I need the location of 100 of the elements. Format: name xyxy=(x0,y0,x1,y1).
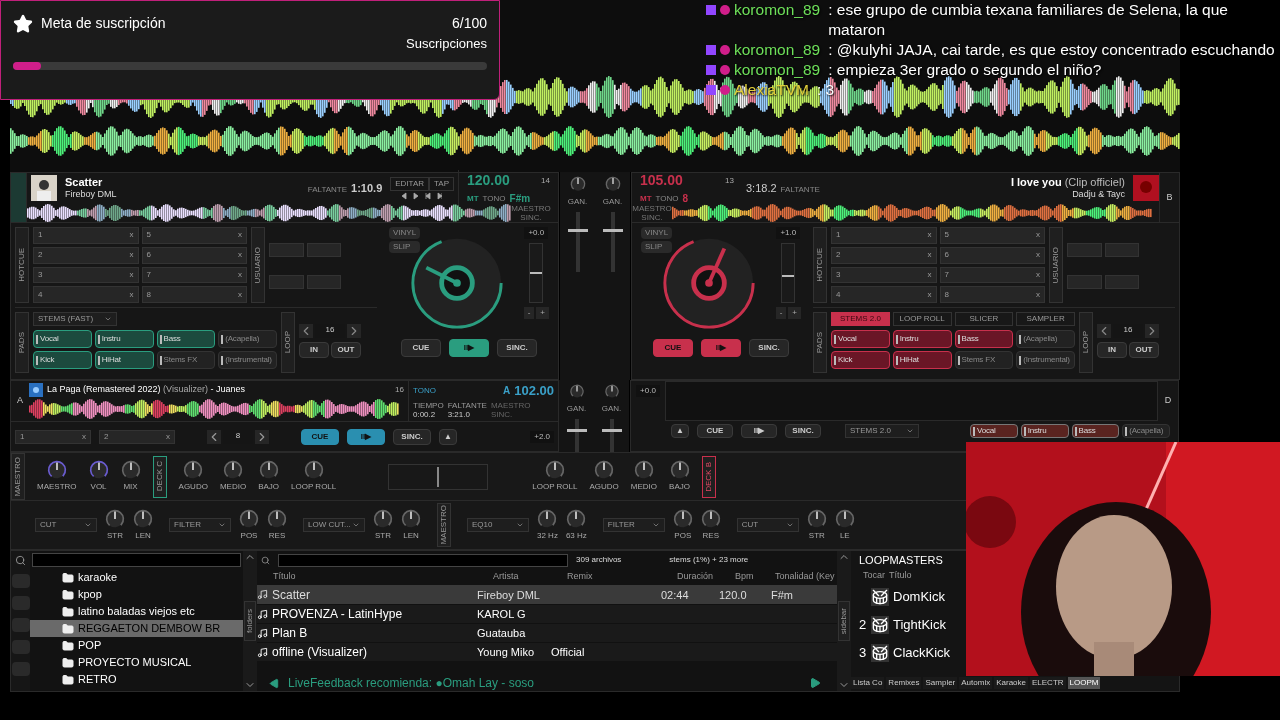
eject-button[interactable]: ▲ xyxy=(671,424,689,438)
hotcue-slot[interactable]: 1 x xyxy=(831,227,937,244)
volume-fader-handle[interactable] xyxy=(602,229,623,233)
pads-tab[interactable]: PADS xyxy=(15,312,29,373)
master-tab[interactable]: MAESTRO xyxy=(437,503,451,547)
knob[interactable] xyxy=(633,460,654,480)
knob[interactable] xyxy=(133,508,153,529)
dropdown[interactable]: STEMS (FAST) xyxy=(33,312,117,326)
folder-item[interactable]: RETRO xyxy=(30,671,243,688)
pitch-slider-handle[interactable] xyxy=(782,274,795,277)
knob[interactable] xyxy=(700,508,721,529)
loop-tab[interactable]: LOOP xyxy=(281,312,295,373)
sidebar-tab[interactable]: sidebar xyxy=(838,601,850,641)
loop-out-button[interactable]: OUT xyxy=(1129,342,1159,358)
pad-button[interactable]: Kick xyxy=(831,351,890,369)
hotcue-slot[interactable]: 4 x xyxy=(831,286,937,303)
hotcue-slot[interactable]: 4 x xyxy=(33,286,139,303)
pads-tab[interactable]: PADS xyxy=(813,312,827,373)
edit-button[interactable]: EDITAR xyxy=(390,176,430,191)
pad-button[interactable]: HiHat xyxy=(892,351,952,369)
pitch-up-button[interactable]: + xyxy=(788,307,801,319)
vinyl-button[interactable]: VINYL xyxy=(641,227,673,239)
knob[interactable] xyxy=(120,460,141,480)
folder-item[interactable]: POP xyxy=(30,637,243,654)
user-tab[interactable]: USUARIO xyxy=(1049,227,1063,303)
volume-fader-handle[interactable] xyxy=(601,428,622,432)
folder-item[interactable]: PROYECTO MUSICAL xyxy=(30,654,243,671)
hotcue-tab[interactable]: HOTCUE xyxy=(813,227,827,303)
knob[interactable] xyxy=(183,460,204,480)
knob[interactable] xyxy=(806,508,827,529)
folder-item[interactable]: kpop xyxy=(30,586,243,603)
hotcue-slot[interactable]: 7 x xyxy=(939,266,1045,284)
sync-button[interactable]: SINC. xyxy=(785,424,821,438)
play-button[interactable]: II▶ xyxy=(741,424,777,438)
hotcue-slot[interactable]: 2 x xyxy=(831,246,937,264)
pad-button[interactable]: Vocal xyxy=(970,424,1018,438)
knob[interactable] xyxy=(594,460,615,480)
pad-button[interactable]: (Instrumental) xyxy=(1016,351,1075,369)
pad-tab[interactable]: STEMS 2.0 xyxy=(831,312,890,326)
dropdown[interactable]: CUT xyxy=(35,518,97,532)
track-row[interactable]: PROVENZA - LatinHype KAROL G xyxy=(257,604,837,623)
pad-button[interactable]: (Acapella) xyxy=(218,330,277,348)
knob[interactable] xyxy=(401,508,421,529)
tap-button[interactable]: TAP xyxy=(429,176,454,191)
folder-item[interactable]: latino baladas viejos etc xyxy=(30,603,243,620)
play-button[interactable]: II▶ xyxy=(347,428,385,445)
knob[interactable] xyxy=(223,460,243,480)
search-field[interactable] xyxy=(278,553,568,567)
track-row[interactable]: Scatter Fireboy DML 02:44 120.0 F#m xyxy=(257,585,837,604)
deck-tab[interactable]: DECK C xyxy=(152,455,167,498)
knob[interactable] xyxy=(672,508,693,529)
folders-tab[interactable]: folders xyxy=(244,601,256,641)
pad-button[interactable]: Vocal xyxy=(831,330,890,348)
cue-button[interactable]: CUE xyxy=(401,339,441,357)
hotcue-slot[interactable]: 3 x xyxy=(831,266,937,284)
pad-button[interactable]: Bass xyxy=(954,330,1014,348)
hotcue-slot[interactable]: 2 x xyxy=(33,246,139,264)
hotcue-slot[interactable]: 2 x xyxy=(99,429,175,444)
pad-button[interactable]: Instru xyxy=(1020,424,1069,438)
dropdown[interactable]: LOW CUT... xyxy=(303,518,365,532)
hotcue-slot[interactable]: 5 x xyxy=(141,227,247,244)
bottom-tab[interactable]: Remixes xyxy=(886,677,922,689)
knob[interactable] xyxy=(834,508,855,529)
knob[interactable] xyxy=(603,384,620,399)
hotcue-slot[interactable]: 7 x xyxy=(141,266,247,284)
sync-button[interactable]: SINC. xyxy=(749,339,789,357)
knob[interactable] xyxy=(303,460,324,480)
knob[interactable] xyxy=(568,384,585,399)
hotcue-tab[interactable]: HOTCUE xyxy=(15,227,29,303)
knob[interactable] xyxy=(537,508,558,529)
volume-fader-handle[interactable] xyxy=(566,428,587,432)
track-row[interactable]: Plan B Guatauba xyxy=(257,623,837,642)
loop-in-button[interactable]: IN xyxy=(1097,342,1127,358)
knob[interactable] xyxy=(544,460,565,480)
pad-button[interactable]: Instru xyxy=(892,330,952,348)
pitch-slider-handle[interactable] xyxy=(530,272,543,274)
pitch-down-button[interactable]: - xyxy=(775,307,787,319)
hotcue-slot[interactable]: 8 x xyxy=(939,286,1045,303)
bottom-tab[interactable]: Automix xyxy=(959,677,993,689)
pad-button[interactable]: Instru xyxy=(94,330,154,348)
pad-button[interactable]: (Instrumental) xyxy=(218,351,277,369)
user-tab[interactable]: USUARIO xyxy=(251,227,265,303)
hotcue-slot[interactable]: 1 x xyxy=(15,429,91,444)
master-tab[interactable]: MAESTRO xyxy=(11,453,25,500)
knob[interactable] xyxy=(373,508,393,529)
knob[interactable] xyxy=(258,460,279,480)
deck-tab[interactable]: DECK B xyxy=(701,455,716,498)
pad-tab[interactable]: SAMPLER xyxy=(1016,312,1075,326)
knob[interactable] xyxy=(239,508,259,529)
dropdown[interactable]: EQ10 xyxy=(467,518,529,532)
pad-button[interactable]: Kick xyxy=(33,351,92,369)
pad-button[interactable]: HiHat xyxy=(94,351,154,369)
folder-item[interactable]: REGGAETON DEMBOW BR xyxy=(30,620,243,637)
pad-button[interactable]: Bass xyxy=(156,330,216,348)
knob[interactable] xyxy=(105,508,125,529)
hotcue-slot[interactable]: 1 x xyxy=(33,227,139,244)
hotcue-slot[interactable]: 6 x xyxy=(141,246,247,264)
loop-in-button[interactable]: IN xyxy=(299,342,329,358)
pitch-down-button[interactable]: - xyxy=(523,307,535,319)
pad-button[interactable]: Stems FX xyxy=(156,351,216,369)
